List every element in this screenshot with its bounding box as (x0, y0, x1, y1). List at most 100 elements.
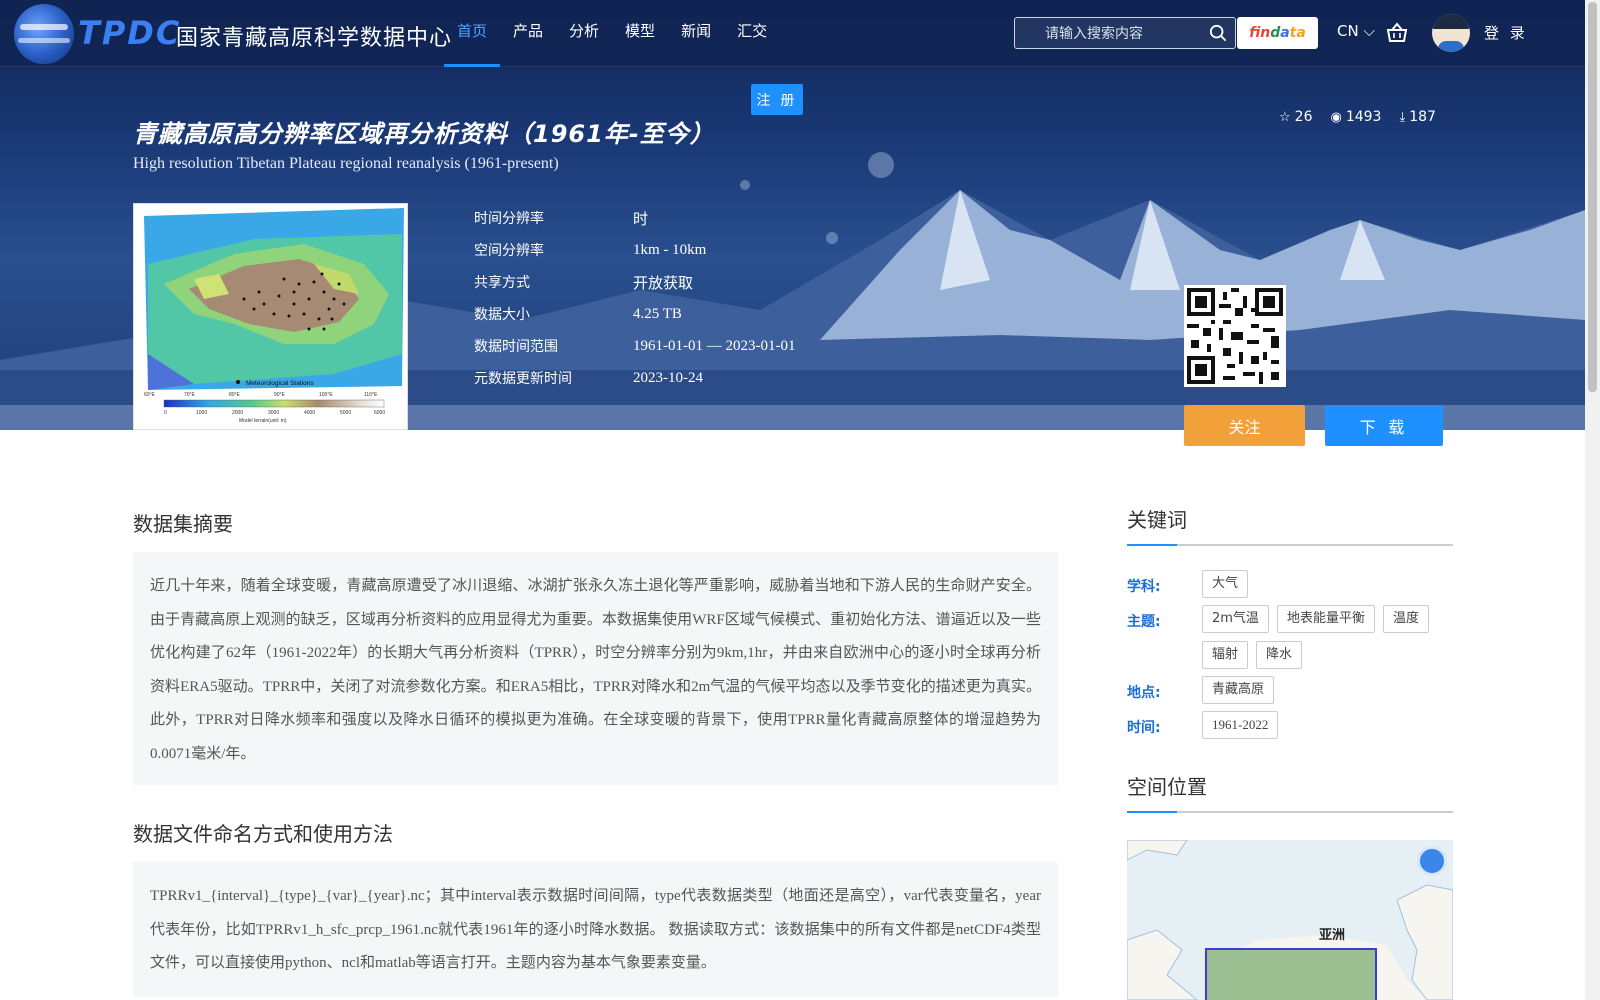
meta-row: 空间分辨率 1km - 10km (474, 234, 795, 266)
meta-key: 时间分辨率 (474, 211, 544, 227)
keyword-tag[interactable]: 青藏高原 (1202, 676, 1275, 704)
downloads-value: 187 (1409, 109, 1436, 125)
keyword-tag[interactable]: 2m气温 (1202, 605, 1269, 633)
language-label: CN (1337, 22, 1359, 40)
globe-logo-icon[interactable] (14, 4, 74, 64)
search-box (1014, 17, 1236, 49)
dataset-subtitle: High resolution Tibetan Plateau regional… (133, 155, 559, 172)
abstract-box: 近几十年来，随着全球变暖，青藏高原遭受了冰川退缩、冰湖扩张永久冻土退化等严重影响… (133, 552, 1058, 785)
page-scrollbar[interactable] (1585, 0, 1600, 1000)
map-label-asia: 亚洲 (1319, 928, 1346, 943)
fullscreen-icon[interactable] (1417, 846, 1447, 876)
naming-box: TPRRv1_{interval}_{type}_{var}_{year}.nc… (133, 862, 1058, 997)
follow-button[interactable]: 关注 (1184, 405, 1305, 446)
abstract-text: 近几十年来，随着全球变暖，青藏高原遭受了冰川退缩、冰湖扩张永久冻土退化等严重影响… (150, 578, 1041, 762)
meta-value: 1km - 10km (633, 241, 707, 258)
login-link[interactable]: 登 录 (1484, 22, 1528, 43)
colorbar-tick: 2000 (232, 410, 243, 416)
findata-part: a (1280, 25, 1290, 41)
colorbar-tick: 4000 (304, 410, 315, 416)
location-map[interactable]: 亚洲 (1127, 840, 1453, 1000)
thumb-lon-tick: 80°E (229, 392, 241, 398)
scrollbar-thumb[interactable] (1588, 2, 1597, 392)
meta-key: 元数据更新时间 (474, 371, 572, 387)
nav-item-news[interactable]: 新闻 (668, 0, 724, 67)
main-nav: 首页 产品 分析 模型 新闻 汇交 (444, 0, 780, 67)
meta-value: 4.25 TB (633, 305, 682, 322)
nav-item-analysis[interactable]: 分析 (556, 0, 612, 67)
download-button[interactable]: 下 载 (1325, 405, 1443, 446)
findata-part: d (1270, 25, 1281, 41)
keyword-group: 主题: 2m气温 地表能量平衡 温度 辐射 降水 (1127, 605, 1453, 669)
meta-key: 共享方式 (474, 275, 530, 291)
meta-row: 数据时间范围 1961-01-01 — 2023-01-01 (474, 330, 795, 362)
colorbar-tick: 5000 (340, 410, 351, 416)
logo-cn-text[interactable]: 国家青藏高原科学数据中心 (176, 20, 452, 52)
thumb-lon-tick: 90°E (274, 392, 286, 398)
stars-count[interactable]: ☆ 26 (1279, 109, 1312, 125)
nav-item-products[interactable]: 产品 (500, 0, 556, 67)
search-icon[interactable] (1209, 24, 1227, 42)
keyword-tag[interactable]: 辐射 (1202, 641, 1249, 669)
keyword-label: 学科: (1127, 579, 1161, 595)
keyword-tags: 2m气温 地表能量平衡 温度 辐射 降水 (1202, 605, 1453, 669)
meta-row: 数据大小 4.25 TB (474, 298, 795, 330)
colorbar-tick: 0 (164, 410, 167, 416)
avatar[interactable] (1432, 14, 1470, 52)
nav-item-models[interactable]: 模型 (612, 0, 668, 67)
downloads-count: ⤓ 187 (1399, 109, 1435, 125)
eye-icon: ◉ (1330, 110, 1342, 125)
meta-key: 数据大小 (474, 307, 530, 323)
keyword-group: 时间: 1961-2022 (1127, 711, 1453, 739)
meta-value: 1961-01-01 — 2023-01-01 (633, 337, 796, 354)
dataset-title: 青藏高原高分辨率区域再分析资料（1961年-至今） (133, 120, 715, 148)
register-button[interactable]: 注 册 (751, 84, 803, 115)
keyword-tag[interactable]: 地表能量平衡 (1276, 605, 1375, 633)
stars-value: 26 (1294, 109, 1313, 125)
language-selector[interactable]: CN ⌵ (1337, 22, 1375, 40)
keywords-heading-text: 关键词 (1127, 508, 1187, 532)
views-count: ◉ 1493 (1330, 109, 1381, 125)
thumb-lon-tick: 70°E (184, 392, 196, 398)
findata-part: ta (1289, 25, 1306, 41)
keyword-tag[interactable]: 1961-2022 (1202, 711, 1279, 739)
dataset-meta: 时间分辨率 时 空间分辨率 1km - 10km 共享方式 开放获取 数据大小 4.25… (474, 202, 795, 394)
findata-part: fin (1249, 25, 1271, 41)
keyword-tag[interactable]: 大气 (1202, 570, 1249, 598)
meta-row: 元数据更新时间 2023-10-24 (474, 362, 795, 394)
chevron-down-icon: ⌵ (1358, 22, 1375, 40)
thumb-lon-tick: 60°E (144, 392, 156, 398)
keyword-tags: 1961-2022 (1202, 711, 1453, 739)
download-icon: ⤓ (1399, 110, 1406, 125)
abstract-heading: 数据集摘要 (133, 512, 233, 536)
meta-key: 空间分辨率 (474, 243, 544, 259)
views-value: 1493 (1345, 109, 1382, 125)
colorbar-tick: 1000 (196, 410, 207, 416)
findata-button[interactable]: findata (1237, 17, 1318, 49)
keyword-group: 地点: 青藏高原 (1127, 676, 1453, 704)
qr-code-image (1187, 288, 1283, 384)
thumb-lon-tick: 110°E (364, 392, 378, 398)
keyword-label: 时间: (1127, 720, 1161, 736)
location-heading-text: 空间位置 (1127, 775, 1207, 799)
keywords-panel: 学科: 大气 主题: 2m气温 地表能量平衡 温度 辐射 降水 地点: 青藏高原… (1127, 570, 1453, 746)
terrain-map-image: Meteorological Stations 60°E 70°E 80°E 9… (134, 204, 407, 429)
nav-item-home[interactable]: 首页 (444, 0, 501, 67)
search-input[interactable] (1015, 18, 1205, 48)
meta-row: 时间分辨率 时 (474, 202, 795, 234)
logo-text[interactable]: TPDC (78, 14, 181, 52)
colorbar-tick: 3000 (268, 410, 279, 416)
dataset-thumbnail[interactable]: Meteorological Stations 60°E 70°E 80°E 9… (133, 203, 408, 430)
thumb-legend: Meteorological Stations (246, 380, 314, 387)
naming-heading: 数据文件命名方式和使用方法 (133, 822, 393, 846)
meta-key: 数据时间范围 (474, 339, 558, 355)
keyword-tags: 大气 (1202, 570, 1453, 598)
meta-row: 共享方式 开放获取 (474, 266, 795, 298)
keyword-tag[interactable]: 降水 (1256, 641, 1303, 669)
dataset-stats: ☆ 26 ◉ 1493 ⤓ 187 (1279, 109, 1436, 125)
basket-icon[interactable] (1386, 22, 1408, 44)
keyword-tag[interactable]: 温度 (1382, 605, 1429, 633)
naming-text: TPRRv1_{interval}_{type}_{var}_{year}.nc… (150, 888, 1041, 971)
keywords-heading: 关键词 (1127, 504, 1453, 546)
nav-item-submit[interactable]: 汇交 (724, 0, 780, 67)
